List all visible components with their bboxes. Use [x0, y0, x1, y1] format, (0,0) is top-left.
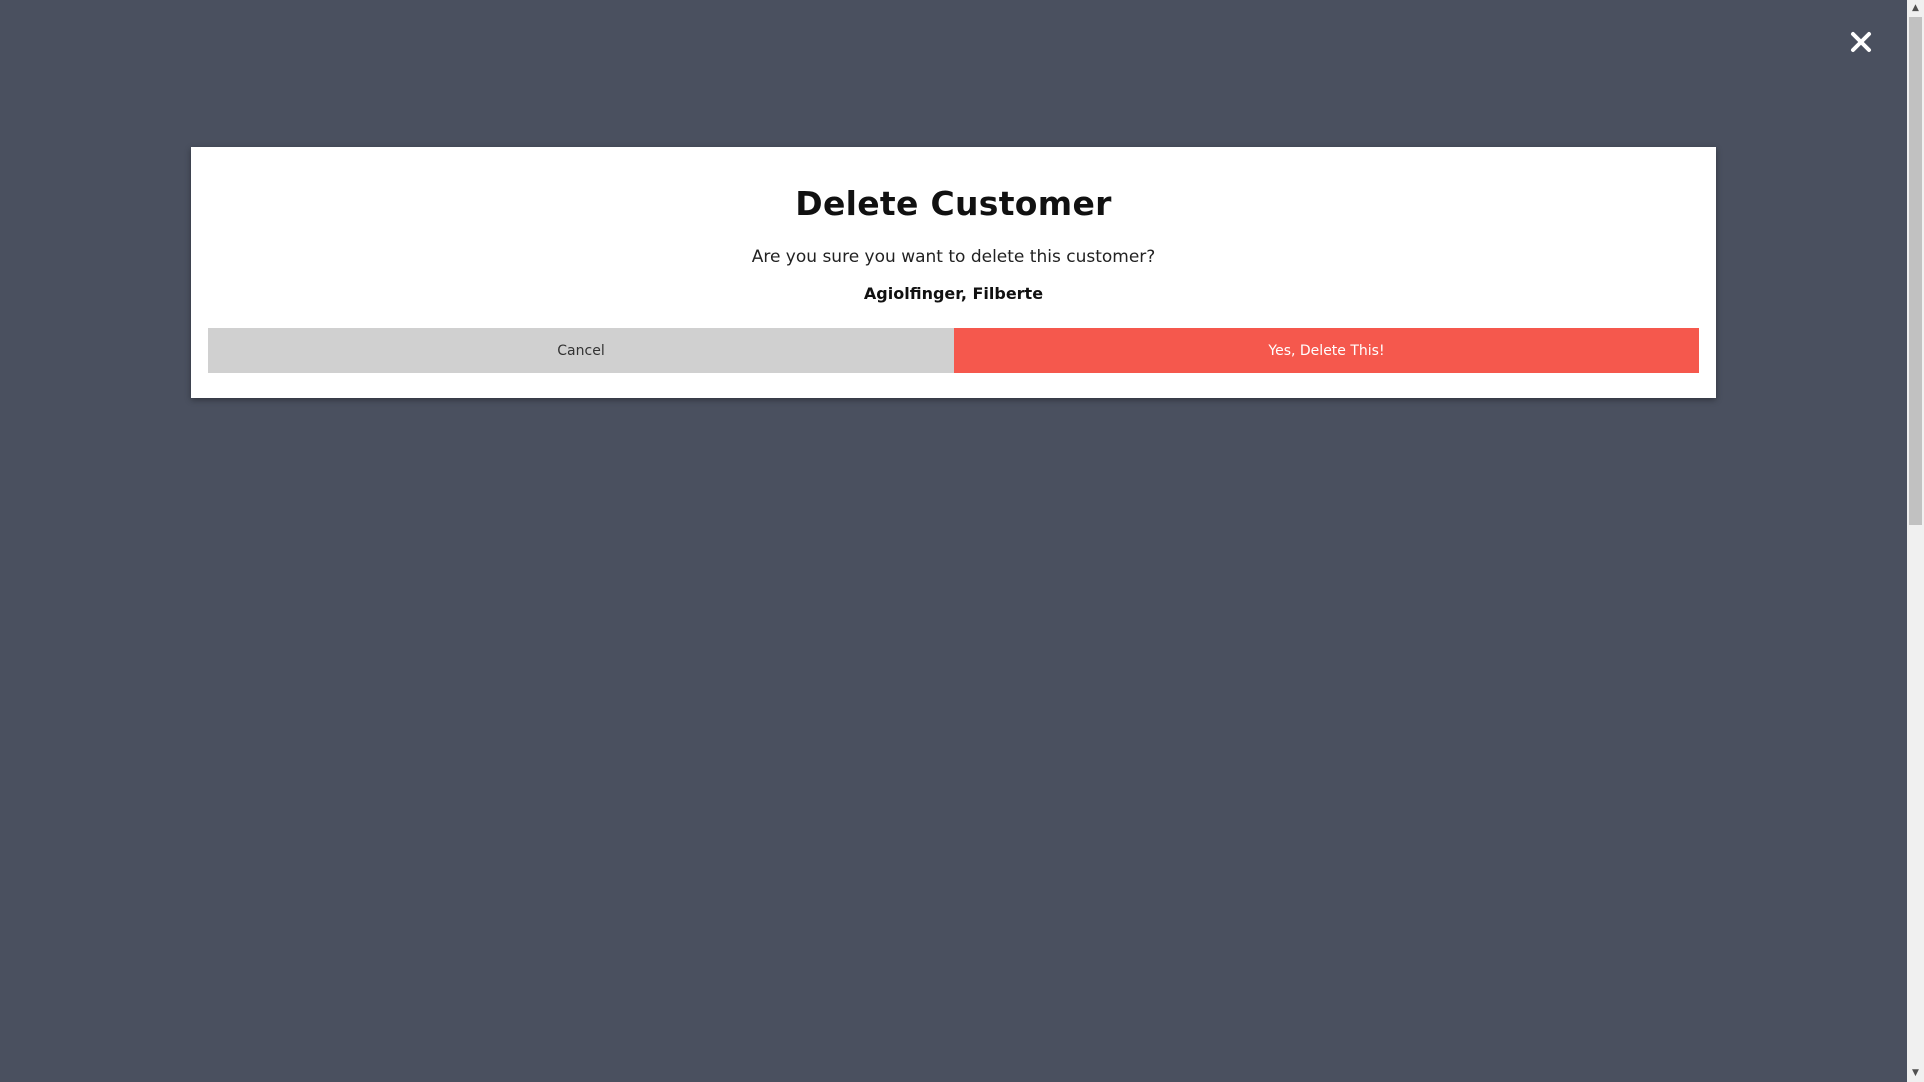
close-icon — [1851, 32, 1871, 52]
scrollbar-thumb[interactable] — [1909, 17, 1922, 525]
delete-customer-dialog: Delete Customer Are you sure you want to… — [191, 147, 1716, 398]
close-button[interactable] — [1847, 28, 1875, 56]
chevron-up-icon[interactable]: ▲ — [1907, 0, 1924, 17]
vertical-scrollbar[interactable]: ▲ ▼ — [1907, 0, 1924, 1082]
customer-name: Agiolfinger, Filberte — [863, 284, 1044, 303]
modal-overlay[interactable]: Delete Customer Are you sure you want to… — [0, 0, 1924, 1082]
dialog-message: Are you sure you want to delete this cus… — [751, 247, 1156, 267]
cancel-button[interactable]: Cancel — [208, 328, 954, 373]
confirm-delete-button[interactable]: Yes, Delete This! — [954, 328, 1699, 373]
chevron-down-icon[interactable]: ▼ — [1907, 1065, 1924, 1082]
dialog-title: Delete Customer — [795, 184, 1112, 223]
